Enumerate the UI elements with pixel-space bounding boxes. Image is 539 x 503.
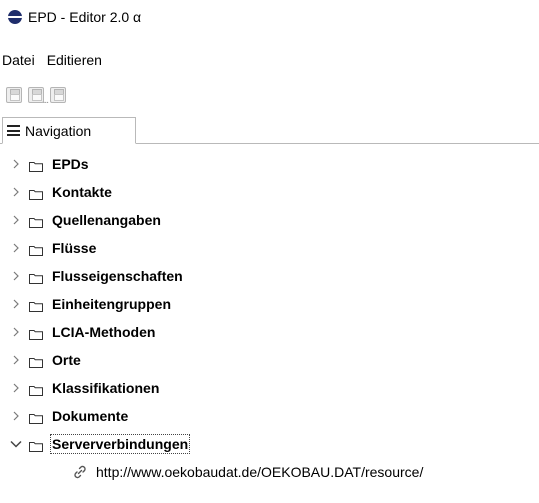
tab-navigation[interactable]: Navigation bbox=[2, 117, 136, 144]
folder-icon bbox=[29, 439, 43, 452]
link-icon bbox=[72, 464, 88, 480]
folder-icon bbox=[29, 411, 43, 424]
tree-node-label[interactable]: Einheitengruppen bbox=[52, 296, 171, 312]
folder-icon bbox=[29, 271, 43, 284]
menu-editieren[interactable]: Editieren bbox=[41, 52, 108, 68]
save-all-icon[interactable] bbox=[50, 87, 66, 103]
tree-node[interactable]: Einheitengruppen bbox=[0, 290, 539, 318]
window-title: EPD - Editor 2.0 α bbox=[28, 9, 142, 25]
tree-node-label[interactable]: Klassifikationen bbox=[52, 380, 159, 396]
server-url[interactable]: http://www.oekobaudat.de/OEKOBAU.DAT/res… bbox=[96, 464, 423, 480]
folder-icon bbox=[29, 187, 43, 200]
tree-node[interactable]: Kontakte bbox=[0, 178, 539, 206]
tree-node[interactable]: Flusseigenschaften bbox=[0, 262, 539, 290]
toolbar: ... bbox=[0, 84, 66, 106]
tree-node-label[interactable]: EPDs bbox=[52, 156, 89, 172]
tree-node[interactable]: Quellenangaben bbox=[0, 206, 539, 234]
globe-icon bbox=[8, 10, 22, 24]
tab-bar: Navigation bbox=[0, 116, 539, 144]
folder-icon bbox=[29, 299, 43, 312]
folder-icon bbox=[29, 383, 43, 396]
folder-icon bbox=[29, 159, 43, 172]
folder-icon bbox=[29, 355, 43, 368]
tree-node-label[interactable]: LCIA-Methoden bbox=[52, 324, 155, 340]
save-as-icon[interactable]: ... bbox=[28, 87, 49, 106]
tree-node[interactable]: Flüsse bbox=[0, 234, 539, 262]
tree-child-node[interactable]: http://www.oekobaudat.de/OEKOBAU.DAT/res… bbox=[0, 458, 539, 486]
tree-node-label[interactable]: Kontakte bbox=[52, 184, 112, 200]
chevron-right-icon[interactable] bbox=[9, 297, 23, 311]
navigation-tree: EPDs Kontakte Quellenangaben Flüsse Flusseig… bbox=[0, 150, 539, 486]
save-icon[interactable] bbox=[6, 87, 22, 103]
tree-node[interactable]: Orte bbox=[0, 346, 539, 374]
hamburger-icon bbox=[7, 125, 20, 136]
menu-bar: Datei Editieren bbox=[0, 48, 108, 72]
folder-icon bbox=[29, 327, 43, 340]
tree-node[interactable]: LCIA-Methoden bbox=[0, 318, 539, 346]
chevron-right-icon[interactable] bbox=[9, 157, 23, 171]
folder-icon bbox=[29, 215, 43, 228]
tree-node-label[interactable]: Flusseigenschaften bbox=[52, 268, 183, 284]
tree-node[interactable]: Klassifikationen bbox=[0, 374, 539, 402]
chevron-right-icon[interactable] bbox=[9, 213, 23, 227]
chevron-right-icon[interactable] bbox=[9, 353, 23, 367]
tree-node-label[interactable]: Flüsse bbox=[52, 240, 96, 256]
chevron-right-icon[interactable] bbox=[9, 325, 23, 339]
chevron-right-icon[interactable] bbox=[9, 381, 23, 395]
tree-node-label[interactable]: Quellenangaben bbox=[52, 212, 161, 228]
chevron-right-icon[interactable] bbox=[9, 409, 23, 423]
tree-node-label[interactable]: Dokumente bbox=[52, 408, 128, 424]
chevron-right-icon[interactable] bbox=[9, 241, 23, 255]
folder-icon bbox=[29, 243, 43, 256]
tab-label: Navigation bbox=[25, 122, 92, 139]
tree-node[interactable]: EPDs bbox=[0, 150, 539, 178]
tree-node-label[interactable]: Serververbindungen bbox=[49, 434, 191, 454]
menu-datei[interactable]: Datei bbox=[0, 52, 41, 68]
chevron-right-icon[interactable] bbox=[9, 185, 23, 199]
tree-node[interactable]: Dokumente bbox=[0, 402, 539, 430]
chevron-right-icon[interactable] bbox=[9, 269, 23, 283]
tree-node[interactable]: Serververbindungen bbox=[0, 430, 539, 458]
title-bar: EPD - Editor 2.0 α bbox=[0, 0, 539, 34]
chevron-down-icon[interactable] bbox=[9, 437, 23, 451]
tree-node-label[interactable]: Orte bbox=[52, 352, 81, 368]
